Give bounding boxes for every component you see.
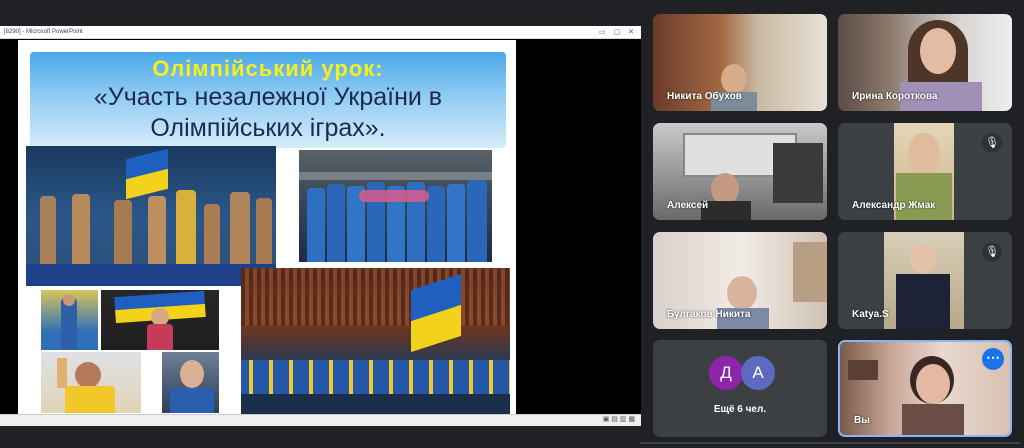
bottom-bar bbox=[0, 438, 1024, 448]
participant-name: Алексей bbox=[667, 200, 709, 211]
window-controls[interactable]: ▭ ▢ ✕ bbox=[599, 27, 637, 39]
slide-title-line1: Олімпійський урок: bbox=[152, 56, 384, 81]
participant-name: Александр Жмак bbox=[852, 200, 936, 211]
self-name: Вы bbox=[854, 415, 870, 426]
photo-athlete-1 bbox=[41, 290, 98, 350]
avatar: А bbox=[741, 356, 775, 390]
participant-tile[interactable]: Алексей bbox=[653, 123, 827, 220]
slide-title-banner: Олімпійський урок: «Участь незалежної Ук… bbox=[30, 52, 506, 148]
presentation-window[interactable]: [8290] - Microsoft PowerPoint ▭ ▢ ✕ Олім… bbox=[0, 26, 641, 426]
avatar: Д bbox=[709, 356, 743, 390]
participant-name: Булгаков Никита bbox=[667, 309, 751, 320]
more-participants-tile[interactable]: Д А Ещё 6 чел. bbox=[653, 340, 827, 437]
participant-tile[interactable]: 🎙 Александр Жмак bbox=[838, 123, 1012, 220]
participant-tile[interactable]: 🎙 Katya.S bbox=[838, 232, 1012, 329]
status-controls-icon: ▣ ▤ ▥ ▦ bbox=[602, 416, 635, 423]
ppt-status-bar: ▣ ▤ ▥ ▦ bbox=[0, 414, 641, 426]
photo-team-parade bbox=[26, 146, 276, 286]
mic-off-icon: 🎙 bbox=[982, 133, 1002, 153]
more-options-icon[interactable]: ⋯ bbox=[982, 348, 1004, 370]
participant-name: Ирина Короткова bbox=[852, 91, 938, 102]
window-title: [8290] - Microsoft PowerPoint bbox=[4, 29, 83, 35]
photo-stadium-parade bbox=[241, 268, 510, 414]
participant-name: Никита Обухов bbox=[667, 91, 742, 102]
slide-title-line2: «Участь незалежної України в bbox=[93, 83, 443, 111]
photo-athlete-4 bbox=[162, 352, 219, 413]
photo-team-group bbox=[299, 150, 492, 262]
slide: Олімпійський урок: «Участь незалежної Ук… bbox=[18, 40, 516, 415]
slide-area: Олімпійський урок: «Участь незалежної Ук… bbox=[0, 39, 641, 415]
slide-title-line3: Олімпійських іграх». bbox=[150, 114, 386, 142]
photo-athlete-2 bbox=[101, 290, 219, 350]
participant-tile[interactable]: Булгаков Никита bbox=[653, 232, 827, 329]
participant-name: Katya.S bbox=[852, 309, 889, 320]
ppt-titlebar: [8290] - Microsoft PowerPoint ▭ ▢ ✕ bbox=[0, 26, 641, 39]
self-tile[interactable]: ⋯ Вы bbox=[838, 340, 1012, 437]
more-participants-label: Ещё 6 чел. bbox=[713, 404, 767, 415]
photo-athlete-3 bbox=[41, 352, 141, 413]
mic-off-icon: 🎙 bbox=[982, 242, 1002, 262]
participant-tile[interactable]: Никита Обухов bbox=[653, 14, 827, 111]
participant-tile[interactable]: Ирина Короткова bbox=[838, 14, 1012, 111]
